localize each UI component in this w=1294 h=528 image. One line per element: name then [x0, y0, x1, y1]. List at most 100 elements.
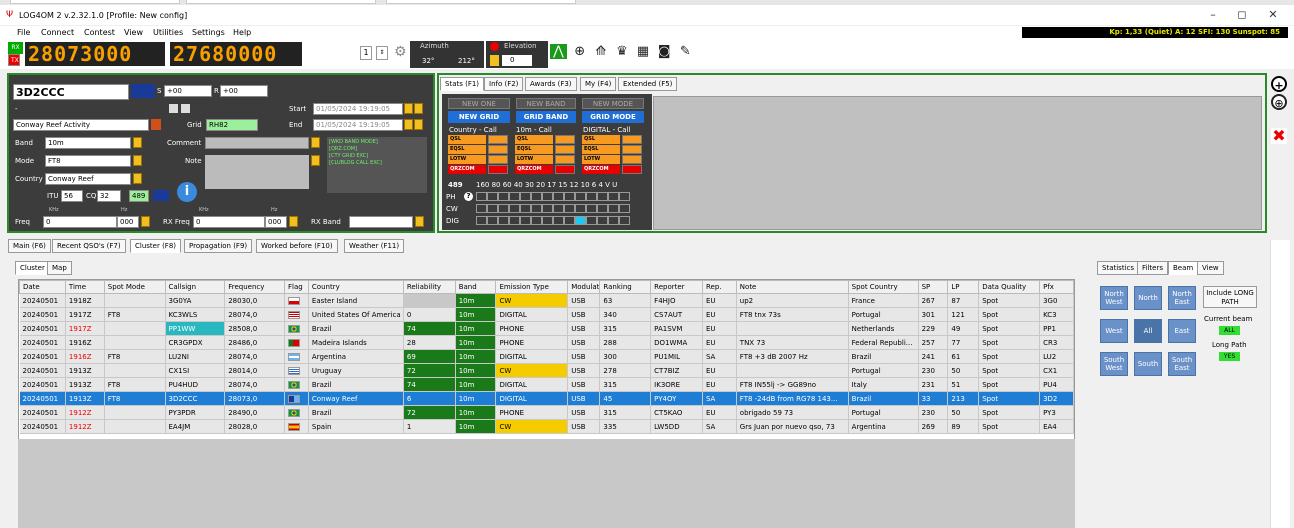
- start-datetime[interactable]: 01/05/2024 19:19:05: [313, 103, 403, 115]
- beam-all[interactable]: All: [1134, 319, 1162, 343]
- table-row[interactable]: 20240501 1912Z EA4JM 28028,0 Spain 1 10m CW USB 3…: [19, 419, 1074, 434]
- minimize-button[interactable]: –: [1200, 8, 1226, 22]
- column-header[interactable]: Note: [735, 280, 849, 294]
- beam-south[interactable]: South: [1134, 352, 1162, 376]
- tab-stub[interactable]: [386, 0, 576, 4]
- table-row[interactable]: 20240501 1913Z FT8 3D2CCC 28073,0 Conway Reef…: [19, 391, 1074, 406]
- beam-south-east[interactable]: South East: [1168, 352, 1196, 376]
- clear-icon[interactable]: ✖: [1271, 128, 1287, 144]
- help-icon[interactable]: ?: [464, 192, 473, 201]
- table-row[interactable]: 20240501 1917Z PP1WW 28508,0 Brazil 74 10m PHON…: [19, 321, 1074, 336]
- calendar-icon[interactable]: ▦: [635, 44, 652, 59]
- column-header[interactable]: LP: [947, 280, 980, 294]
- column-header[interactable]: Spot Country: [847, 280, 919, 294]
- menu-view[interactable]: View: [124, 28, 143, 37]
- freq-khz-input[interactable]: 0: [43, 216, 117, 228]
- tab-propagation[interactable]: Propagation (F9): [184, 239, 253, 253]
- menu-contest[interactable]: Contest: [84, 28, 115, 37]
- lock-icon[interactable]: [133, 137, 142, 148]
- tab-cluster-map[interactable]: Map: [47, 261, 72, 275]
- note-input[interactable]: [205, 155, 309, 189]
- column-header[interactable]: Country: [307, 280, 404, 294]
- tab-beam[interactable]: Beam: [1168, 261, 1199, 275]
- gear-icon[interactable]: ⚙: [394, 44, 407, 60]
- tab-cluster-list[interactable]: Cluster: [15, 261, 50, 275]
- lock-icon[interactable]: [415, 216, 424, 227]
- rx-freq-khz-input[interactable]: 0: [193, 216, 265, 228]
- tab-main[interactable]: Main (F6): [8, 239, 51, 253]
- rx-freq-hz-input[interactable]: 000: [265, 216, 287, 228]
- column-header[interactable]: Band: [454, 280, 497, 294]
- country-select[interactable]: Conway Reef: [45, 173, 131, 185]
- tab-my[interactable]: My (F4): [580, 77, 617, 91]
- lock-icon[interactable]: [404, 103, 413, 114]
- column-header[interactable]: Ranking: [599, 280, 652, 294]
- menu-connect[interactable]: Connect: [41, 28, 74, 37]
- tab-recent-qsos[interactable]: Recent QSO's (F7): [52, 239, 126, 253]
- tab-awards[interactable]: Awards (F3): [525, 77, 577, 91]
- tab-stub[interactable]: [10, 0, 180, 4]
- column-header[interactable]: Reliability: [402, 280, 456, 294]
- table-row[interactable]: 20240501 1916Z FT8 LU2NI 28074,0 Argentina 69 1…: [19, 349, 1074, 364]
- vfo-a-frequency[interactable]: 28073000: [25, 42, 165, 66]
- rst-rcvd-select[interactable]: +00: [220, 85, 268, 97]
- table-row[interactable]: 20240501 1912Z PY3PDR 28490,0 Brazil 72 10m PHO…: [19, 405, 1074, 420]
- column-header[interactable]: Spot Mode: [103, 280, 166, 294]
- step-spinner[interactable]: ⇕: [376, 46, 388, 60]
- lock-icon[interactable]: [311, 137, 320, 148]
- column-header[interactable]: Frequency: [224, 280, 285, 294]
- menu-utilities[interactable]: Utilities: [153, 28, 183, 37]
- checkbox[interactable]: [169, 104, 178, 113]
- cq-select[interactable]: 32: [97, 190, 121, 202]
- include-long-path-button[interactable]: Include LONG PATH: [1203, 286, 1257, 308]
- beam-north-west[interactable]: North West: [1100, 286, 1128, 310]
- lock-icon[interactable]: [289, 216, 298, 227]
- lock-icon[interactable]: [133, 155, 142, 166]
- freq-hz-input[interactable]: 000: [117, 216, 139, 228]
- column-header[interactable]: Modulat: [567, 280, 601, 294]
- comment-input[interactable]: [205, 137, 309, 149]
- column-header[interactable]: SP: [917, 280, 949, 294]
- tab-cluster[interactable]: Cluster (F8): [130, 239, 182, 253]
- menu-file[interactable]: File: [17, 28, 30, 37]
- beam-south-west[interactable]: South West: [1100, 352, 1128, 376]
- rx-band-select[interactable]: [349, 216, 413, 228]
- lock-icon[interactable]: [414, 103, 423, 114]
- tab-extended[interactable]: Extended (F5): [618, 77, 678, 91]
- camera-icon[interactable]: ◙: [656, 44, 673, 59]
- beam-north[interactable]: North: [1134, 286, 1162, 310]
- band-select[interactable]: 10m: [45, 137, 131, 149]
- table-row[interactable]: 20240501 1918Z 3G0YA 28030,0 Easter Island 10…: [19, 293, 1074, 308]
- pen-icon[interactable]: ✎: [677, 44, 694, 59]
- table-row[interactable]: 20240501 1913Z CX1SI 28014,0 Uruguay 72 10m CW U…: [19, 363, 1074, 378]
- tab-stub[interactable]: [186, 0, 376, 4]
- elevation-input[interactable]: 0: [502, 55, 532, 66]
- beam-east[interactable]: East: [1168, 319, 1196, 343]
- globe-icon[interactable]: ⊕: [1271, 94, 1287, 110]
- column-header[interactable]: Date: [19, 280, 66, 294]
- tab-view[interactable]: View: [1197, 261, 1224, 275]
- lock-icon[interactable]: [490, 55, 499, 66]
- column-header[interactable]: Reporter: [650, 280, 703, 294]
- menu-help[interactable]: Help: [233, 28, 251, 37]
- book-icon[interactable]: [151, 119, 161, 130]
- info-icon[interactable]: i: [177, 182, 197, 202]
- rst-sent-select[interactable]: +00: [164, 85, 212, 97]
- lock-icon[interactable]: [311, 155, 320, 166]
- table-row[interactable]: 20240501 1916Z CR3GPDX 28486,0 Madeira Islan…: [19, 335, 1074, 350]
- table-row[interactable]: 20240501 1913Z FT8 PU4HUD 28074,0 Brazil 74 10m…: [19, 377, 1074, 392]
- column-header[interactable]: Pfx: [1039, 280, 1074, 294]
- itu-select[interactable]: 56: [61, 190, 83, 202]
- beam-west[interactable]: West: [1100, 319, 1128, 343]
- close-window-button[interactable]: ✕: [1260, 8, 1286, 22]
- maximize-button[interactable]: ◻: [1229, 8, 1255, 22]
- step-value[interactable]: 1: [360, 46, 372, 60]
- add-icon[interactable]: +: [1271, 76, 1287, 92]
- lock-icon[interactable]: [133, 173, 142, 184]
- crown-icon[interactable]: ♛: [613, 44, 630, 59]
- tab-stats[interactable]: Stats (F1): [440, 77, 485, 91]
- tab-filters[interactable]: Filters: [1137, 261, 1168, 275]
- tab-weather[interactable]: Weather (F11): [344, 239, 405, 253]
- callsign-input[interactable]: 3D2CCC: [13, 84, 129, 100]
- signal-icon[interactable]: ⋀: [550, 44, 567, 59]
